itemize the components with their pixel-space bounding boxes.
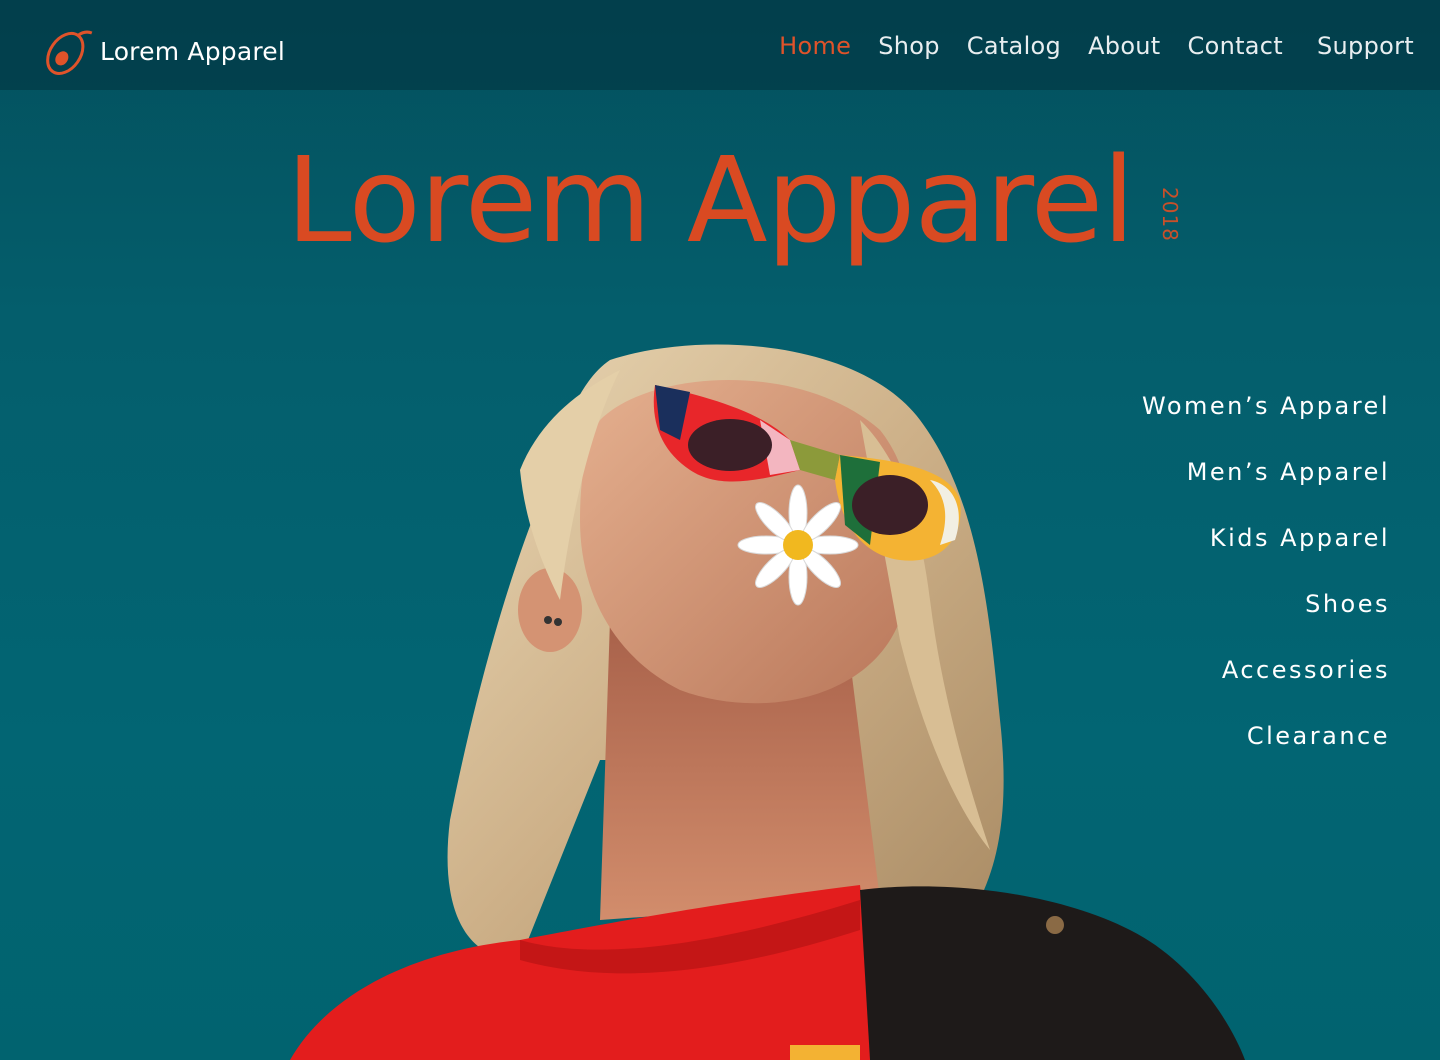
category-clearance[interactable]: Clearance <box>1247 718 1390 784</box>
category-kids-apparel[interactable]: Kids Apparel <box>1210 520 1390 586</box>
brand-name: Lorem Apparel <box>100 36 286 66</box>
category-shoes[interactable]: Shoes <box>1305 586 1390 652</box>
nav-shop[interactable]: Shop <box>878 32 940 60</box>
hero-year: 2018 <box>1158 187 1182 242</box>
brand[interactable]: Lorem Apparel <box>36 20 285 82</box>
category-womens-apparel[interactable]: Women’s Apparel <box>1142 388 1390 454</box>
nav-contact[interactable]: Contact <box>1188 32 1283 60</box>
nav-home[interactable]: Home <box>779 32 851 60</box>
hero-title: Lorem Apparel <box>286 131 1135 269</box>
category-accessories[interactable]: Accessories <box>1222 652 1390 718</box>
top-navigation-bar: Lorem Apparel Home Shop Catalog About Co… <box>0 0 1440 90</box>
nav-support[interactable]: Support <box>1317 32 1414 60</box>
avocado-logo-icon <box>46 30 93 75</box>
nav-about[interactable]: About <box>1088 32 1160 60</box>
main-nav: Home Shop Catalog About Contact Support <box>752 32 1414 60</box>
category-mens-apparel[interactable]: Men’s Apparel <box>1187 454 1390 520</box>
nav-catalog[interactable]: Catalog <box>967 32 1061 60</box>
category-menu: Women’s Apparel Men’s Apparel Kids Appar… <box>1142 388 1390 784</box>
